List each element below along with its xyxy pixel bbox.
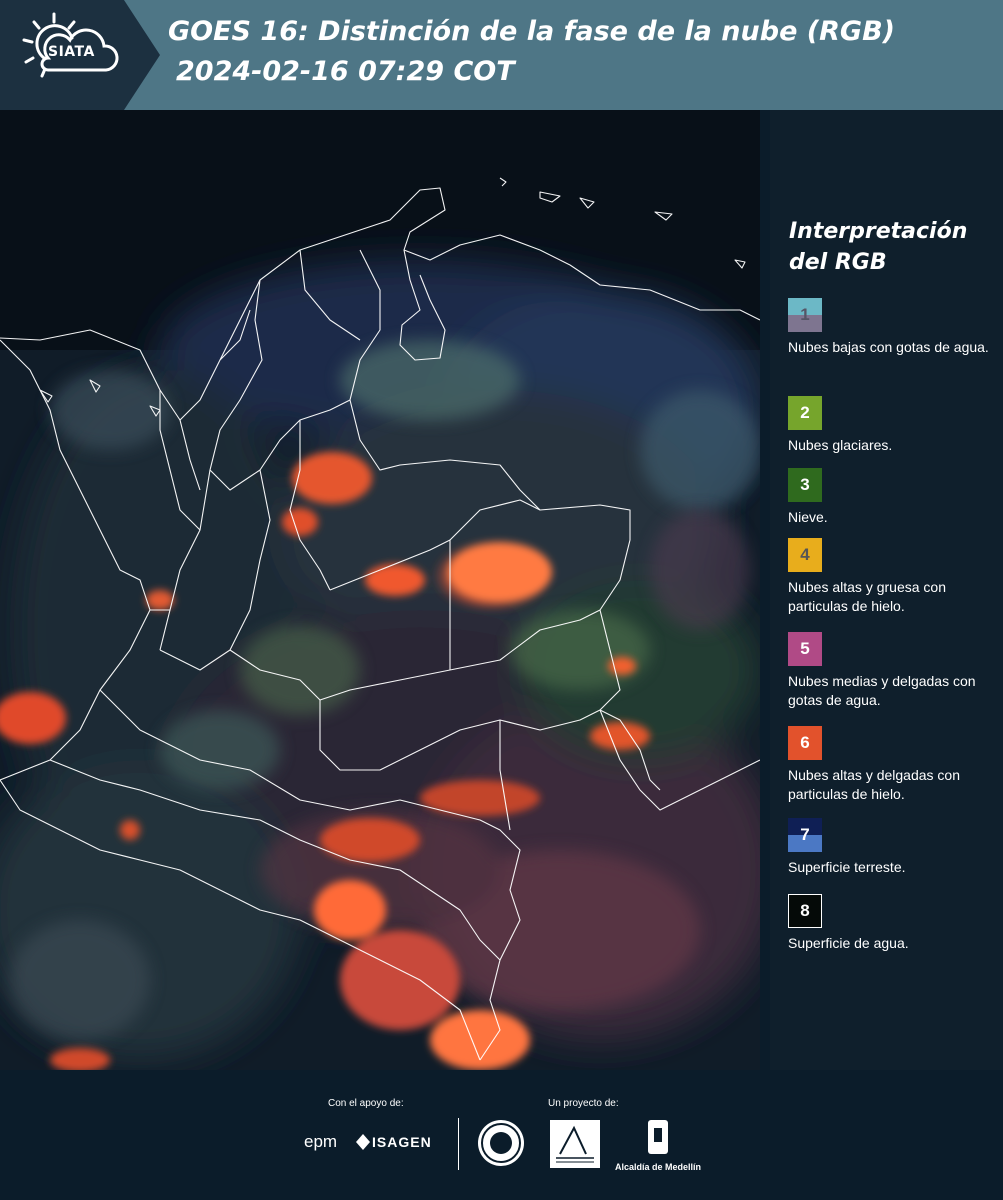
legend-swatch-3: 3 [788, 468, 822, 502]
legend-swatch-1: 1 [788, 298, 822, 332]
legend-label-4: Nubes altas y gruesa con particulas de h… [788, 579, 946, 614]
isagen-mark-icon [356, 1134, 370, 1150]
header-bar: SIATA GOES 16: Distinción de la fase de … [0, 0, 1003, 110]
legend-swatch-8: 8 [788, 894, 822, 928]
legend-item-7: 7 Superficie terreste. [788, 818, 998, 877]
epm-logo: epm [304, 1132, 338, 1151]
legend-label-2: Nubes glaciares. [788, 437, 893, 453]
siata-logo-text: SIATA [48, 44, 95, 60]
legend-item-2: 2 Nubes glaciares. [788, 396, 998, 455]
alcaldia-medellin-logo: Alcaldía de Medellín [612, 1118, 704, 1178]
legend-label-1: Nubes bajas con gotas de agua. [788, 339, 989, 355]
legend-item-6: 6 Nubes altas y delgadas con particulas … [788, 726, 998, 804]
medellin-shield-icon [648, 1120, 668, 1154]
legend-item-5: 5 Nubes medias y delgadas con gotas de a… [788, 632, 998, 710]
legend-number-5: 5 [800, 639, 810, 658]
page-title: GOES 16: Distinción de la fase de la nub… [168, 16, 895, 47]
legend-label-3: Nieve. [788, 509, 828, 525]
legend-number-1: 1 [800, 305, 810, 324]
project-label: Un proyecto de: [548, 1098, 619, 1109]
legend-number-6: 6 [800, 733, 810, 752]
legend-label-6: Nubes altas y delgadas con particulas de… [788, 767, 960, 802]
page-subtitle-timestamp: 2024-02-16 07:29 COT [176, 56, 515, 87]
legend-swatch-5: 5 [788, 632, 822, 666]
legend-panel: Interpretación del RGB 1 Nubes bajas con… [770, 110, 1003, 1070]
legend-swatch-4: 4 [788, 538, 822, 572]
legend-number-2: 2 [800, 403, 810, 422]
legend-swatch-2: 2 [788, 396, 822, 430]
university-seal-icon [478, 1120, 524, 1166]
footer-divider [458, 1118, 459, 1170]
area-metropolitana-logo [550, 1120, 600, 1168]
support-label: Con el apoyo de: [328, 1098, 404, 1109]
legend-number-3: 3 [800, 475, 810, 494]
legend-label-7: Superficie terreste. [788, 859, 906, 875]
legend-label-5: Nubes medias y delgadas con gotas de agu… [788, 673, 976, 708]
legend-number-4: 4 [800, 545, 810, 564]
isagen-logo: ISAGEN [372, 1134, 432, 1150]
satellite-map [0, 110, 760, 1070]
legend-number-8: 8 [800, 901, 810, 920]
medellin-logo-text: Alcaldía de Medellín [614, 1162, 702, 1172]
legend-number-7: 7 [800, 825, 810, 844]
legend-item-8: 8 Superficie de agua. [788, 894, 998, 953]
legend-swatch-6: 6 [788, 726, 822, 760]
legend-label-8: Superficie de agua. [788, 935, 909, 951]
footer-bar: Con el apoyo de: Un proyecto de: epm ISA… [0, 1070, 1003, 1200]
legend-swatch-7: 7 [788, 818, 822, 852]
siata-logo-panel: SIATA [0, 0, 160, 110]
legend-item-1: 1 Nubes bajas con gotas de agua. [788, 298, 998, 357]
legend-title-line2: del RGB [789, 250, 887, 275]
legend-item-3: 3 Nieve. [788, 468, 998, 527]
legend-title-line1: Interpretación [789, 219, 968, 244]
legend-title: Interpretación del RGB [789, 216, 967, 278]
legend-item-4: 4 Nubes altas y gruesa con particulas de… [788, 538, 998, 616]
rgb-satellite-image [0, 110, 760, 1070]
